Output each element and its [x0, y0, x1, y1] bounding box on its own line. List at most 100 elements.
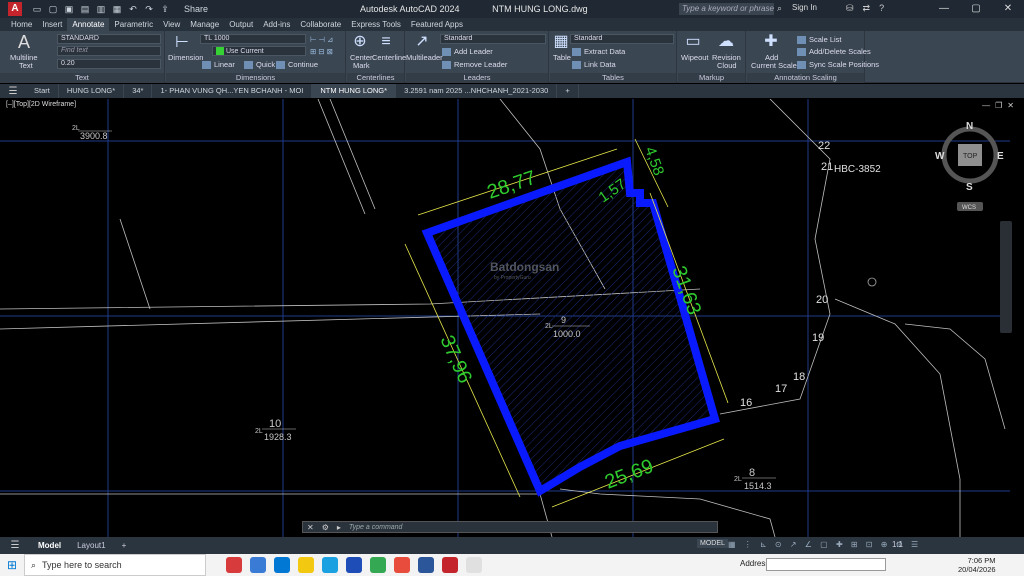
point-19[interactable]: 19	[812, 332, 824, 344]
word-icon[interactable]	[418, 557, 434, 573]
address-input[interactable]	[766, 558, 886, 571]
dim-style-select[interactable]: TL 1000	[200, 34, 306, 44]
layout-menu-icon[interactable]: ☰	[0, 540, 30, 551]
compass-n[interactable]: N	[966, 121, 973, 132]
dim-corner-a[interactable]: 4,58	[641, 145, 667, 178]
revision-label2[interactable]: Cloud	[717, 61, 737, 70]
web-open-icon[interactable]: ▥	[96, 4, 106, 14]
parcel-d-num[interactable]: 8	[749, 467, 755, 479]
text-height-select[interactable]: 0.20	[57, 59, 161, 69]
markup-panel-title[interactable]: Markup	[678, 73, 745, 83]
tab-express-tools[interactable]: Express Tools	[346, 18, 406, 31]
viewcube-top[interactable]: TOP	[963, 153, 978, 160]
autocad-taskbar-icon[interactable]	[442, 557, 458, 573]
table-icon[interactable]: ▦	[552, 34, 570, 50]
sign-in-button[interactable]: Sign In	[792, 3, 817, 12]
remove-leader-button[interactable]: Remove Leader	[442, 60, 507, 70]
parcel-d-area[interactable]: 1514.3	[744, 481, 772, 491]
table-style-select[interactable]: Standard	[570, 34, 674, 44]
point-18[interactable]: 18	[793, 371, 805, 383]
dimensions-panel-title[interactable]: Dimensions	[166, 73, 345, 83]
parcel-a-area[interactable]: 3900.8	[80, 131, 108, 141]
dim-bottom[interactable]: 25,69	[602, 455, 657, 493]
compass-e[interactable]: E	[997, 151, 1004, 162]
multileader-label[interactable]: Multileader	[406, 53, 443, 62]
close-icon[interactable]: ✕	[992, 0, 1024, 18]
wcs-label[interactable]: WCS	[962, 205, 976, 211]
multiline-text-icon[interactable]: A	[10, 33, 38, 51]
command-input[interactable]: Type a command	[349, 524, 403, 531]
new-tab-icon[interactable]: +	[557, 84, 579, 98]
file-tab[interactable]: 1- PHAN VUNG QH...YEN BCHANH - MOI	[152, 84, 313, 98]
add-delete-scales-button[interactable]: Add/Delete Scales	[797, 47, 871, 57]
add-leader-button[interactable]: Add Leader	[442, 47, 493, 57]
customize-command-icon[interactable]: ⚙	[318, 523, 333, 532]
extract-data-button[interactable]: Extract Data	[572, 47, 625, 57]
parcel-c-num[interactable]: 10	[269, 418, 281, 430]
scale-list-button[interactable]: Scale List	[797, 35, 842, 45]
windows-store-icon[interactable]	[274, 557, 290, 573]
centerline-label[interactable]: Centerline	[372, 53, 406, 62]
plot-icon[interactable]: ▦	[112, 4, 122, 14]
compass-s[interactable]: S	[966, 182, 973, 193]
chrome-icon[interactable]	[370, 557, 386, 573]
drawing-svg[interactable]: 28,77 31,63 25,69 37,96 4,58 1,57 2L 390…	[0, 98, 1024, 538]
point-20[interactable]: 20	[816, 294, 828, 306]
connect-icon[interactable]: ⇄	[863, 3, 871, 14]
text-panel-title[interactable]: Text	[0, 73, 164, 83]
minimize-icon[interactable]: —	[928, 0, 960, 18]
wipeout-icon[interactable]: ▭	[683, 34, 703, 50]
dim-layer-select[interactable]: Use Current	[212, 46, 306, 56]
dim-tools-icons-2[interactable]: ⊞⊟⊠	[310, 47, 335, 56]
save-as-icon[interactable]: ▤	[80, 4, 90, 14]
viewport-controls-label[interactable]: [–][Top][2D Wireframe]	[6, 101, 76, 108]
compass-w[interactable]: W	[935, 151, 945, 162]
redo-icon[interactable]: ↷	[144, 4, 154, 14]
leaders-panel-title[interactable]: Leaders	[406, 73, 548, 83]
parcel-b-num[interactable]: 9	[561, 315, 566, 325]
tab-home[interactable]: Home	[6, 18, 37, 31]
add-layout-icon[interactable]: +	[114, 541, 135, 550]
drawing-canvas[interactable]: 28,77 31,63 25,69 37,96 4,58 1,57 2L 390…	[0, 98, 1024, 538]
dim-tools-icons[interactable]: ⊢⊣⊿	[310, 35, 335, 44]
help-search-input[interactable]: Type a keyword or phrase	[679, 3, 774, 15]
tab-parametric[interactable]: Parametric	[109, 18, 158, 31]
annotation-scaling-panel-title[interactable]: Annotation Scaling	[747, 73, 864, 83]
tab-model[interactable]: Model	[30, 541, 69, 550]
wps-app-icon[interactable]	[226, 557, 242, 573]
vscode-icon[interactable]	[346, 557, 362, 573]
share-icon[interactable]: ⇪	[160, 4, 170, 14]
point-21[interactable]: 21	[821, 161, 833, 173]
viewport-minimize-icon[interactable]: —	[982, 101, 990, 110]
search-icon[interactable]: ⌕	[777, 3, 782, 14]
file-tab[interactable]: NTM HUNG LONG*	[312, 84, 397, 98]
maximize-icon[interactable]: ▢	[960, 0, 992, 18]
menu-icon[interactable]: ☰	[0, 86, 26, 97]
model-space-button[interactable]: MODEL	[697, 539, 728, 548]
center-mark-icon[interactable]: ⊕	[351, 34, 369, 50]
viewport-restore-icon[interactable]: ❐	[995, 101, 1002, 110]
road-label[interactable]: HBC-3852	[834, 164, 881, 175]
tab-view[interactable]: View	[158, 18, 185, 31]
new-file-icon[interactable]: ▭	[32, 4, 42, 14]
tab-featured-apps[interactable]: Featured Apps	[406, 18, 468, 31]
multiline-text-label2[interactable]: Text	[19, 61, 33, 70]
link-data-button[interactable]: Link Data	[572, 60, 616, 70]
continue-dim-button[interactable]: Continue	[276, 60, 318, 70]
find-text-input[interactable]: Find text	[57, 46, 161, 56]
file-tab[interactable]: 34*	[124, 84, 153, 98]
file-tab[interactable]: HUNG LONG*	[59, 84, 125, 98]
taskbar-search[interactable]: ⌕ Type here to search	[24, 554, 206, 576]
add-current-scale-icon[interactable]: ✚	[761, 34, 781, 50]
linear-button[interactable]: Linear	[202, 60, 235, 70]
pdf-app-icon[interactable]	[394, 557, 410, 573]
file-tab[interactable]: 3.2591 nam 2025 ...NHCHANH_2021-2030	[396, 84, 558, 98]
tab-annotate[interactable]: Annotate	[67, 18, 110, 31]
leader-style-select[interactable]: Standard	[440, 34, 546, 44]
undo-icon[interactable]: ↶	[128, 4, 138, 14]
viewport-close-icon[interactable]: ✕	[1007, 101, 1014, 110]
tables-panel-title[interactable]: Tables	[550, 73, 676, 83]
multileader-icon[interactable]: ↗	[412, 34, 432, 50]
wipeout-label[interactable]: Wipeout	[681, 53, 709, 62]
tab-add-ins[interactable]: Add-ins	[258, 18, 295, 31]
